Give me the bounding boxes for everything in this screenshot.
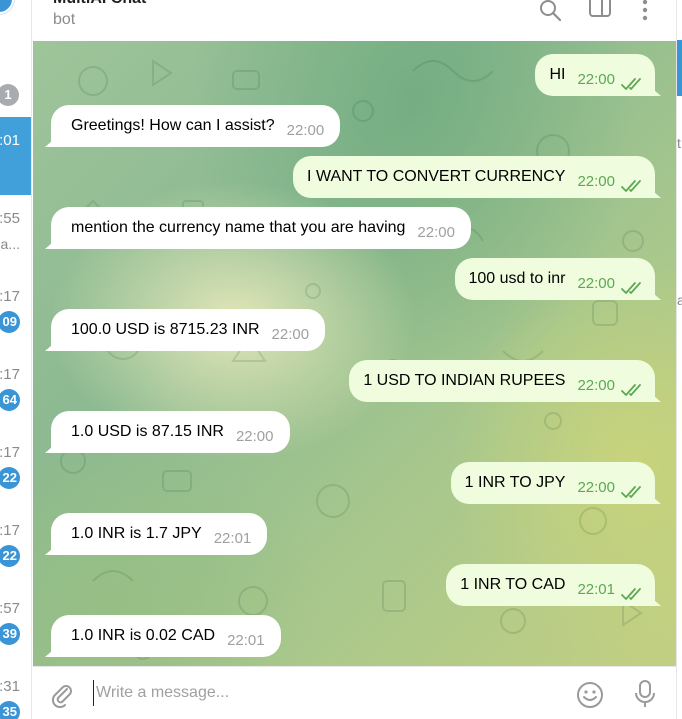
message-time: 22:00 (235, 428, 274, 445)
incoming-message[interactable]: 1.0 INR is 1.7 JPY 22:01 (51, 513, 268, 555)
unread-badge: 64 (0, 389, 20, 411)
chat-list-item-time: :17 (0, 288, 20, 305)
right-panel-fragment: t (677, 135, 681, 151)
outgoing-message[interactable]: 1 INR TO CAD 22:01 (446, 564, 655, 606)
unread-badge: 35 (0, 701, 20, 719)
outgoing-message[interactable]: 1 INR TO JPY 22:00 (450, 462, 655, 504)
double-check-icon (621, 373, 643, 396)
message-text: HI (549, 66, 566, 83)
chat-list-item[interactable]: :17 22 (0, 429, 31, 507)
message-text: 1 USD TO INDIAN RUPEES (363, 372, 566, 389)
message-time: 22:00 (577, 71, 615, 88)
double-check-icon (621, 67, 643, 90)
chat-list-item[interactable]: :31 35 (0, 663, 31, 719)
right-panel-edge: t a (676, 0, 682, 719)
chat-list-item-time: :17 (0, 522, 20, 539)
unread-badge: 09 (0, 311, 20, 333)
chat-list-strip: 1:01:55 a...:17 09:17 64:17 22:17 22:57 39:31 3… (0, 0, 32, 719)
outgoing-message[interactable]: I WANT TO CONVERT CURRENCY 22:00 (293, 156, 655, 198)
unread-badge: 39 (0, 623, 20, 645)
message-text: 1 INR TO JPY (464, 474, 566, 491)
message-time: 22:01 (577, 581, 615, 598)
incoming-message[interactable]: mention the currency name that you are h… (51, 207, 471, 249)
chat-messages-area[interactable]: HI 22:00 Greetings! How can I assist? 22:00… (33, 41, 676, 666)
composer-bar (33, 666, 676, 719)
message-time: 22:00 (286, 122, 325, 139)
incoming-message[interactable]: Greetings! How can I assist? 22:00 (51, 105, 341, 147)
message-text: 1 INR TO CAD (460, 576, 566, 593)
incoming-message[interactable]: 1.0 USD is 87.15 INR 22:00 (51, 411, 290, 453)
message-time: 22:01 (227, 632, 265, 649)
chat-list-item-time: :31 (0, 678, 20, 695)
unread-badge: 22 (0, 467, 20, 489)
sidebar-toggle-icon[interactable] (588, 0, 612, 24)
message-text: I WANT TO CONVERT CURRENCY (307, 168, 566, 185)
message-time: 22:00 (417, 224, 455, 241)
chat-list-item[interactable]: :55 a... (0, 195, 31, 273)
more-vertical-icon[interactable] (633, 0, 657, 24)
message-time: 22:00 (577, 173, 615, 190)
chat-list-item[interactable]: :57 39 (0, 585, 31, 663)
unread-badge: 1 (0, 84, 19, 106)
chat-list-item-time: :17 (0, 444, 20, 461)
chat-list-item-time: :01 (0, 132, 20, 149)
outgoing-message[interactable]: HI 22:00 (535, 54, 655, 96)
chat-list-item[interactable]: :17 09 (0, 273, 31, 351)
double-check-icon (621, 169, 643, 192)
right-panel-fragment: a (677, 292, 682, 308)
message-text: 1.0 USD is 87.15 INR (71, 423, 224, 440)
double-check-icon (621, 271, 643, 294)
search-icon[interactable] (539, 0, 563, 24)
chat-list-item-time: :57 (0, 600, 20, 617)
double-check-icon (621, 577, 643, 600)
outgoing-message[interactable]: 1 USD TO INDIAN RUPEES 22:00 (349, 360, 655, 402)
message-time: 22:00 (577, 275, 615, 292)
chat-list-item[interactable]: :17 22 (0, 507, 31, 585)
incoming-message[interactable]: 1.0 INR is 0.02 CAD 22:01 (51, 615, 281, 657)
chat-header: MultiAI Chat bot (33, 0, 676, 41)
double-check-icon (621, 475, 643, 498)
message-text: 1.0 INR is 0.02 CAD (71, 627, 216, 644)
incoming-message[interactable]: 100.0 USD is 8715.23 INR 22:00 (51, 309, 326, 351)
chat-subtitle: bot (53, 11, 76, 28)
emoji-icon[interactable] (576, 681, 604, 714)
profile-avatar[interactable] (0, 0, 14, 14)
unread-badge: 22 (0, 545, 20, 567)
right-panel-accent (677, 40, 682, 96)
message-text: Greetings! How can I assist? (71, 117, 275, 134)
message-text: 100 usd to inr (468, 270, 566, 287)
message-time: 22:00 (577, 377, 615, 394)
message-text: 100.0 USD is 8715.23 INR (71, 321, 260, 338)
message-time: 22:00 (271, 326, 310, 343)
message-input[interactable] (93, 680, 563, 706)
chat-list-item[interactable]: :01 (0, 117, 31, 195)
outgoing-message[interactable]: 100 usd to inr 22:00 (454, 258, 655, 300)
message-text: 1.0 INR is 1.7 JPY (71, 525, 202, 542)
message-time: 22:01 (213, 530, 252, 547)
chat-title[interactable]: MultiAI Chat (53, 0, 146, 8)
chat-list-item[interactable]: :17 64 (0, 351, 31, 429)
message-text: mention the currency name that you are h… (71, 219, 406, 236)
chat-list-item-snippet: a... (0, 236, 20, 252)
chat-list-item-time: :17 (0, 366, 20, 383)
message-time: 22:00 (577, 479, 615, 496)
chat-list-item-time: :55 (0, 210, 20, 227)
microphone-icon[interactable] (633, 679, 657, 714)
paperclip-icon[interactable] (49, 682, 75, 713)
